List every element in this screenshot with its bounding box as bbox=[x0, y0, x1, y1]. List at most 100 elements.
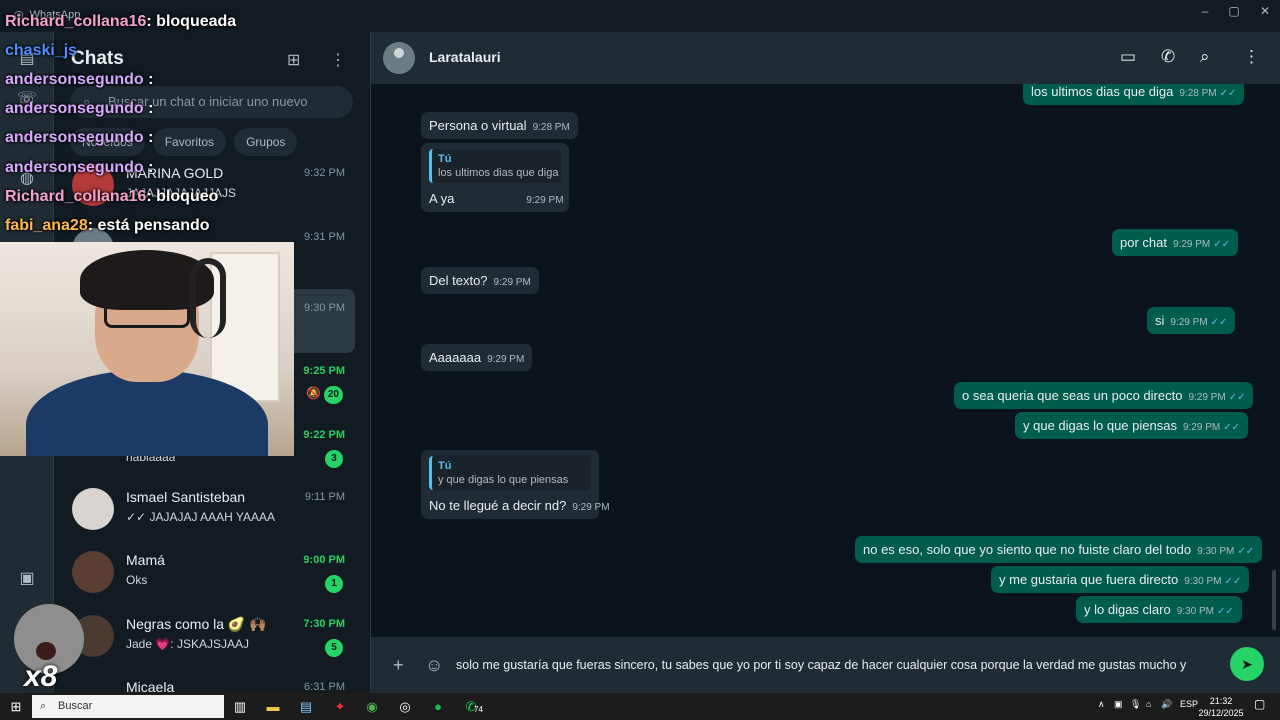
overlay-username: andersonsegundo bbox=[5, 100, 144, 117]
overlay-message: : bbox=[148, 129, 154, 146]
unread-badge: 5 bbox=[325, 639, 343, 657]
conversation-scrollbar[interactable] bbox=[1272, 570, 1276, 630]
unread-badge: 3 bbox=[325, 450, 343, 468]
sticker-icon[interactable]: ☺ bbox=[425, 655, 443, 676]
read-ticks-icon: ✓✓ bbox=[1216, 606, 1234, 617]
voice-call-icon[interactable]: ✆ bbox=[1161, 47, 1175, 67]
overlay-message: : bloqueo bbox=[146, 188, 219, 205]
notepad-icon[interactable]: ▤ bbox=[296, 697, 316, 717]
message-outgoing[interactable]: por chat 9:29 PM ✓✓ bbox=[1112, 229, 1238, 256]
read-ticks-icon: ✓✓ bbox=[1237, 546, 1255, 557]
message-outgoing[interactable]: no es eso, solo que yo siento que no fui… bbox=[855, 536, 1263, 563]
streamer-glasses bbox=[104, 302, 190, 328]
message-outgoing[interactable]: si 9:29 PM ✓✓ bbox=[1147, 307, 1236, 334]
app-icon[interactable]: ✦ bbox=[330, 697, 350, 717]
read-ticks-icon: ✓✓ bbox=[1213, 239, 1230, 250]
chat-time: 9:30 PM bbox=[304, 302, 345, 314]
taskbar-search[interactable]: ⌕ Buscar bbox=[32, 695, 224, 718]
chat-list-item[interactable]: Mamá 9:00 PM Oks 1 bbox=[62, 541, 355, 605]
overlay-message: : bbox=[148, 159, 154, 176]
maximize-button[interactable]: ▢ bbox=[1219, 4, 1249, 18]
network-icon[interactable]: ⌂ bbox=[1146, 699, 1151, 709]
menu-dots-icon[interactable]: ⋮ bbox=[330, 50, 346, 70]
task-view-icon[interactable]: ▥ bbox=[230, 697, 250, 717]
overlay-username: Richard_collana16 bbox=[5, 188, 147, 205]
message-incoming-reply[interactable]: Tú y que digas lo que piensas No te lleg… bbox=[421, 450, 610, 519]
close-button[interactable]: ✕ bbox=[1250, 4, 1280, 18]
overlay-username: andersonsegundo bbox=[5, 129, 144, 146]
overlay-username: fabi_ana28 bbox=[5, 217, 88, 234]
chat-time: 9:31 PM bbox=[304, 231, 345, 243]
webcam-overlay bbox=[0, 242, 294, 456]
video-call-icon[interactable]: ▭ bbox=[1120, 47, 1136, 67]
send-button[interactable]: ➤ bbox=[1230, 647, 1264, 681]
new-chat-icon[interactable]: ⊞ bbox=[287, 50, 300, 70]
chat-time: 9:00 PM bbox=[303, 554, 345, 566]
overlay-message: : está pensando bbox=[87, 217, 210, 234]
chat-name: Micaela bbox=[126, 679, 175, 693]
headphones bbox=[190, 258, 226, 338]
chat-time: 9:25 PM bbox=[303, 365, 345, 377]
chat-list-item[interactable]: Micaela 6:31 PM bbox=[62, 668, 355, 693]
message-outgoing[interactable]: y lo digas claro 9:30 PM ✓✓ bbox=[1076, 596, 1242, 623]
taskbar-clock[interactable]: 21:32 29/12/2025 bbox=[1198, 695, 1244, 719]
chat-time: 9:22 PM bbox=[303, 429, 345, 441]
search-icon[interactable]: ⌕ bbox=[1200, 47, 1210, 67]
minimize-button[interactable]: – bbox=[1190, 4, 1220, 18]
chat-name: Negras como la 🥑 🙌🏽 bbox=[126, 616, 267, 632]
obs-icon[interactable]: ◎ bbox=[395, 697, 415, 717]
chat-last-message: Jade 💗: JSKAJSJAAJ bbox=[126, 637, 249, 651]
chat-time: 9:32 PM bbox=[304, 167, 345, 179]
read-ticks-icon: ✓✓ bbox=[1224, 576, 1242, 587]
chat-list-item[interactable]: Negras como la 🥑 🙌🏽 7:30 PM Jade 💗: JSKA… bbox=[62, 605, 355, 669]
overlay-username: andersonsegundo bbox=[5, 159, 144, 176]
chrome-icon[interactable]: ◉ bbox=[362, 697, 382, 717]
avatar bbox=[72, 488, 114, 530]
unread-badge: 1 bbox=[325, 575, 343, 593]
sticker-label: x8 bbox=[24, 660, 58, 693]
contact-name[interactable]: Laratalauri bbox=[429, 49, 501, 65]
chat-time: 9:11 PM bbox=[304, 491, 345, 503]
overlay-message: : bloqueada bbox=[146, 13, 237, 30]
overlay-username: chaski_js bbox=[5, 42, 78, 59]
chat-name: Ismael Santisteban bbox=[126, 489, 246, 505]
media-nav-icon[interactable]: ▣ bbox=[16, 568, 38, 590]
spotify-icon[interactable]: ● bbox=[428, 697, 448, 717]
message-outgoing[interactable]: y que digas lo que piensas 9:29 PM ✓✓ bbox=[1015, 412, 1248, 439]
quoted-message[interactable]: Tú y que digas lo que piensas bbox=[429, 456, 591, 490]
windows-start-icon[interactable]: ⊞ bbox=[6, 697, 26, 717]
overlay-username: Richard_collana16 bbox=[5, 13, 147, 30]
sticker-mouth bbox=[36, 642, 56, 660]
tray-icon[interactable]: ▣ bbox=[1114, 699, 1123, 710]
message-incoming[interactable]: Aaaaaaa 9:29 PM bbox=[421, 344, 533, 371]
contact-avatar[interactable] bbox=[383, 42, 415, 74]
volume-icon[interactable]: 🔊 bbox=[1161, 699, 1172, 710]
sticker-overlay: x8 bbox=[0, 598, 90, 694]
message-outgoing[interactable]: los ultimos dias que diga 9:28 PM ✓✓ bbox=[1023, 84, 1245, 105]
chat-list-item[interactable]: Ismael Santisteban 9:11 PM ✓✓ JAJAJAJ AA… bbox=[62, 478, 355, 542]
attach-plus-icon[interactable]: + bbox=[393, 655, 404, 676]
search-icon: ⌕ bbox=[40, 700, 47, 712]
filter-favorites[interactable]: Favoritos bbox=[152, 128, 227, 156]
message-input[interactable]: solo me gustaría que fueras sincero, tu … bbox=[456, 647, 1206, 683]
language-indicator[interactable]: ESP bbox=[1180, 699, 1198, 709]
file-explorer-icon[interactable]: ▬ bbox=[263, 697, 283, 717]
unread-badge: 20 bbox=[323, 386, 343, 404]
filter-groups[interactable]: Grupos bbox=[234, 128, 298, 156]
message-incoming-reply[interactable]: Tú los ultimos dias que diga A ya 9:29 PM bbox=[421, 143, 569, 212]
tray-chevron-icon[interactable]: ∧ bbox=[1098, 699, 1105, 710]
read-ticks-icon: ✓✓ bbox=[1228, 392, 1246, 403]
chat-last-message: Oks bbox=[126, 573, 148, 587]
conversation-panel: Laratalauri ▭ ✆ ⌕ ⋮ los ultimos dias que… bbox=[371, 32, 1280, 693]
message-incoming[interactable]: Persona o virtual 9:28 PM bbox=[421, 112, 578, 139]
chat-time: 7:30 PM bbox=[303, 618, 345, 630]
message-incoming[interactable]: Del texto? 9:29 PM bbox=[421, 267, 539, 294]
message-outgoing[interactable]: o sea queria que seas un poco directo 9:2… bbox=[954, 382, 1254, 409]
quoted-message[interactable]: Tú los ultimos dias que diga bbox=[429, 149, 561, 183]
notification-icon[interactable]: ▢ bbox=[1254, 697, 1265, 711]
message-outgoing[interactable]: y me gustaria que fuera directo 9:30 PM ✓✓ bbox=[991, 566, 1250, 593]
menu-dots-icon[interactable]: ⋮ bbox=[1243, 47, 1260, 67]
overlay-message: : bbox=[148, 100, 154, 117]
whatsapp-badge: 74 bbox=[474, 705, 483, 714]
microphone-icon[interactable]: 🎙 bbox=[1130, 699, 1141, 710]
